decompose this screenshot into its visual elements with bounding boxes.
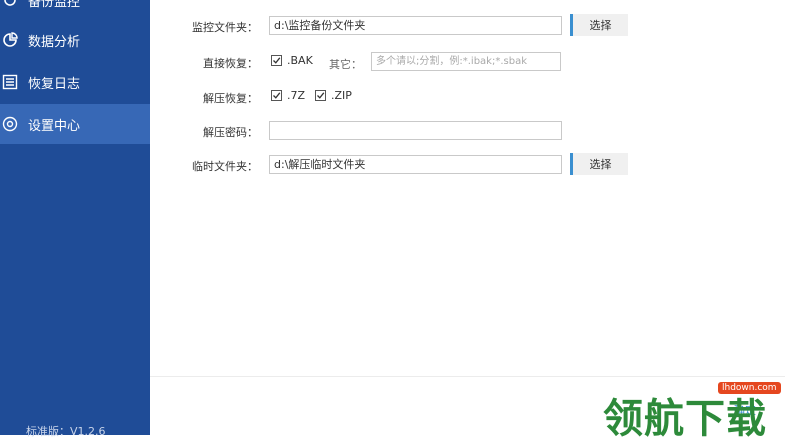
watermark-text: 领航下载: [603, 396, 767, 442]
sidebar-item-label: 恢复日志: [28, 76, 81, 92]
monitor-folder-input[interactable]: d:\监控备份文件夹: [269, 16, 562, 35]
checkbox-checked-icon: [315, 90, 326, 101]
sidebar: 备份监控 数据分析 恢复日志 设置中心 标准版：V1.2.6: [0, 0, 150, 438]
list-icon: [2, 74, 18, 90]
temp-folder-select-button[interactable]: 选择: [570, 153, 628, 175]
unzip-password-input[interactable]: [269, 121, 562, 140]
watermark-tag: lhdown.com: [718, 382, 781, 394]
7z-checkbox-label: .7Z: [287, 89, 306, 102]
checkbox-checked-icon: [271, 90, 282, 101]
unzip-restore-label: 解压恢复：: [203, 92, 258, 105]
version-label: 标准版：V1.2.6: [26, 425, 106, 438]
checkbox-checked-icon: [271, 55, 282, 66]
footer-divider: [150, 376, 785, 377]
sidebar-item-settings[interactable]: 设置中心: [0, 104, 150, 144]
sidebar-item-label: 设置中心: [28, 118, 81, 134]
temp-folder-input[interactable]: d:\解压临时文件夹: [269, 155, 562, 174]
watermark-logo: 领航下载 lhdown.com: [603, 382, 785, 442]
temp-folder-label: 临时文件夹：: [192, 160, 258, 173]
sidebar-item-restore-log[interactable]: 恢复日志: [0, 62, 150, 102]
settings-icon: [2, 116, 18, 132]
sidebar-item-backup-monitor[interactable]: 备份监控: [0, 0, 150, 20]
other-extensions-input[interactable]: 多个请以;分割，例:*.ibak;*.sbak: [371, 52, 561, 71]
bak-checkbox[interactable]: .BAK: [271, 54, 313, 67]
zip-checkbox[interactable]: .ZIP: [315, 89, 352, 102]
bak-checkbox-label: .BAK: [287, 54, 313, 67]
pie-chart-icon: [2, 32, 18, 48]
monitor-folder-select-button[interactable]: 选择: [570, 14, 628, 36]
monitor-folder-label: 监控文件夹：: [192, 21, 258, 34]
unzip-password-label: 解压密码：: [203, 126, 258, 139]
sidebar-item-data-analysis[interactable]: 数据分析: [0, 20, 150, 60]
zip-checkbox-label: .ZIP: [331, 89, 352, 102]
sidebar-item-label: 数据分析: [28, 34, 81, 50]
refresh-icon: [2, 0, 18, 8]
sidebar-item-label: 备份监控: [28, 0, 81, 10]
other-extensions-label: 其它：: [329, 58, 362, 71]
7z-checkbox[interactable]: .7Z: [271, 89, 305, 102]
direct-restore-label: 直接恢复：: [203, 57, 258, 70]
